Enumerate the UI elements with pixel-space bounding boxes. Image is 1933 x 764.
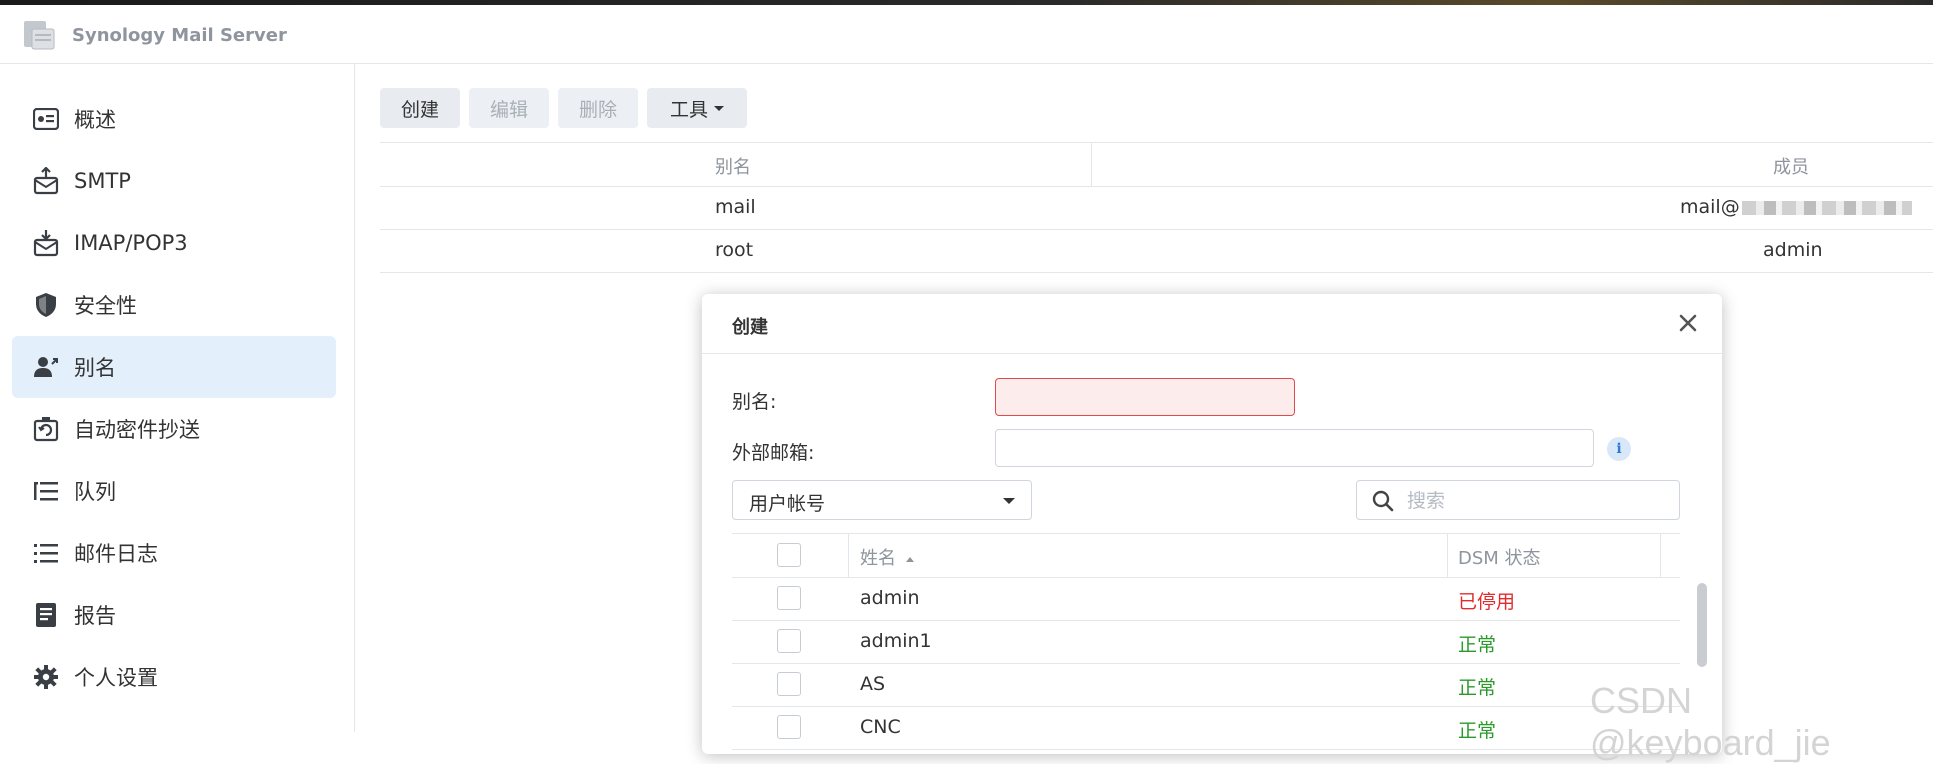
sidebar-item-personal-settings[interactable]: 个人设置 xyxy=(12,646,336,708)
table-scrollbar[interactable] xyxy=(1697,583,1707,667)
sidebar-item-label: 邮件日志 xyxy=(74,542,158,566)
member-text: mail@ xyxy=(1680,196,1740,218)
row-checkbox[interactable] xyxy=(777,629,801,653)
column-header-name[interactable]: 姓名 xyxy=(860,544,914,570)
info-icon[interactable]: i xyxy=(1607,437,1631,461)
external-mailbox-input[interactable] xyxy=(995,429,1594,467)
search-icon xyxy=(1372,490,1394,512)
account-type-select[interactable]: 用户帐号 xyxy=(732,480,1032,520)
table-row[interactable]: CNC 正常 xyxy=(732,706,1680,750)
column-divider xyxy=(1660,534,1661,577)
imap-icon xyxy=(32,229,60,257)
dialog-title: 创建 xyxy=(732,317,768,338)
sidebar-item-smtp[interactable]: SMTP xyxy=(12,150,336,212)
sidebar-item-label: 安全性 xyxy=(74,294,137,318)
create-button[interactable]: 创建 xyxy=(380,88,460,128)
sidebar-item-label: 个人设置 xyxy=(74,666,158,690)
search-box xyxy=(1356,480,1680,520)
column-divider xyxy=(848,534,849,577)
row-checkbox[interactable] xyxy=(777,586,801,610)
user-status: 已停用 xyxy=(1458,591,1516,613)
sidebar-item-overview[interactable]: 概述 xyxy=(12,88,336,150)
sidebar-item-label: 自动密件抄送 xyxy=(74,418,200,442)
smtp-icon xyxy=(32,167,60,195)
watermark-text: CSDN @keyboard_jie xyxy=(1590,680,1831,763)
sidebar-item-auto-bcc[interactable]: 自动密件抄送 xyxy=(12,398,336,460)
gear-icon xyxy=(32,663,60,691)
sidebar: 概述 SMTP IMAP/POP3 安全性 别名 自动密件抄送 队列 邮件日志 … xyxy=(0,64,355,732)
column-header-members[interactable]: 成员 xyxy=(1773,153,1809,179)
row-checkbox[interactable] xyxy=(777,715,801,739)
sidebar-item-queue[interactable]: 队列 xyxy=(12,460,336,522)
table-row[interactable]: admin1 正常 xyxy=(732,620,1680,664)
sidebar-item-mail-log[interactable]: 邮件日志 xyxy=(12,522,336,584)
sort-ascending-icon xyxy=(905,556,914,562)
edit-button[interactable]: 编辑 xyxy=(469,88,549,128)
select-value: 用户帐号 xyxy=(749,493,826,515)
app-title: Synology Mail Server xyxy=(72,25,287,46)
table-row[interactable]: mail mail@ xyxy=(380,186,1933,230)
user-name: CNC xyxy=(860,716,901,738)
dialog-header: 创建 xyxy=(702,294,1722,354)
user-name: AS xyxy=(860,673,886,695)
caret-down-icon xyxy=(714,105,724,111)
redacted-blur xyxy=(1741,200,1912,215)
table-row[interactable]: root admin xyxy=(380,229,1933,273)
chevron-down-icon xyxy=(1003,498,1015,504)
row-checkbox[interactable] xyxy=(777,672,801,696)
alias-user-icon xyxy=(32,353,60,381)
auto-bcc-icon xyxy=(32,415,60,443)
sidebar-item-label: 别名 xyxy=(74,356,116,380)
user-status: 正常 xyxy=(1458,634,1497,656)
member-cell: admin xyxy=(1763,239,1823,261)
queue-icon xyxy=(32,477,60,505)
sidebar-item-security[interactable]: 安全性 xyxy=(12,274,336,336)
sidebar-item-label: 概述 xyxy=(74,108,116,132)
user-name: admin xyxy=(860,587,920,609)
column-divider xyxy=(1091,143,1092,186)
column-header-dsm-status[interactable]: DSM 状态 xyxy=(1458,544,1541,570)
sidebar-item-report[interactable]: 报告 xyxy=(12,584,336,646)
create-alias-dialog: 创建 别名: 外部邮箱: i 用户帐号 姓名 DSM 状态 xyxy=(702,294,1722,754)
tools-label: 工具 xyxy=(669,98,708,121)
shield-icon xyxy=(32,291,60,319)
table-row[interactable]: admin 已停用 xyxy=(732,577,1680,621)
sidebar-item-alias[interactable]: 别名 xyxy=(12,336,336,398)
alias-cell: mail xyxy=(715,196,756,218)
name-header-label: 姓名 xyxy=(860,548,896,569)
user-status: 正常 xyxy=(1458,677,1497,699)
member-cell: mail@ xyxy=(1680,196,1912,218)
alias-input[interactable] xyxy=(995,378,1295,416)
alias-cell: root xyxy=(715,239,754,261)
report-icon xyxy=(32,601,60,629)
tools-dropdown-button[interactable]: 工具 xyxy=(647,88,747,128)
search-input[interactable] xyxy=(1405,487,1669,515)
user-name: admin1 xyxy=(860,630,932,652)
sidebar-item-label: IMAP/POP3 xyxy=(74,231,188,255)
overview-icon xyxy=(32,105,60,133)
table-row[interactable]: AS 正常 xyxy=(732,663,1680,707)
mail-log-icon xyxy=(32,539,60,567)
sidebar-item-label: 报告 xyxy=(74,604,116,628)
alias-field-label: 别名: xyxy=(732,391,777,413)
app-titlebar: Synology Mail Server xyxy=(0,5,1933,64)
sidebar-item-label: SMTP xyxy=(74,169,131,193)
delete-button[interactable]: 删除 xyxy=(558,88,638,128)
close-icon[interactable] xyxy=(1676,311,1700,335)
select-all-checkbox[interactable] xyxy=(777,543,801,567)
alias-table-header: 别名 成员 xyxy=(380,142,1933,187)
sidebar-item-imap-pop3[interactable]: IMAP/POP3 xyxy=(12,212,336,274)
column-header-alias[interactable]: 别名 xyxy=(715,153,751,179)
user-table-header: 姓名 DSM 状态 xyxy=(732,533,1680,578)
external-mailbox-label: 外部邮箱: xyxy=(732,442,815,464)
column-divider xyxy=(1447,534,1448,577)
user-status: 正常 xyxy=(1458,720,1497,742)
app-logo-icon xyxy=(24,21,55,50)
sidebar-item-label: 队列 xyxy=(74,480,116,504)
